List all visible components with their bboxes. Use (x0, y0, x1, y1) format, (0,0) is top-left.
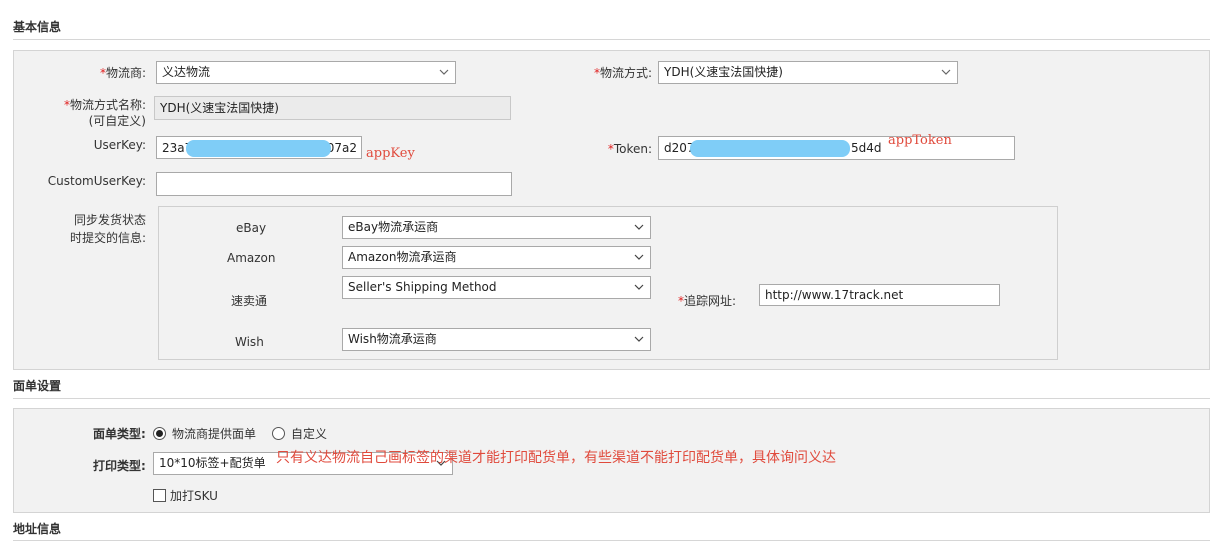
apptoken-annotation: appToken (888, 133, 952, 148)
section-divider (13, 39, 1210, 40)
print-sku-checkbox-row[interactable]: 加打SKU (153, 487, 218, 504)
method-name-input[interactable]: YDH(义速宝法国快捷) (154, 96, 511, 120)
custom-userkey-label: CustomUserKey: (47, 174, 146, 188)
chevron-down-icon (634, 282, 644, 292)
method-label: *物流方式: (593, 66, 652, 80)
section-title-label-settings: 面单设置 (13, 379, 62, 393)
section-title-address: 地址信息 (13, 522, 62, 536)
chevron-down-icon (634, 222, 644, 232)
carrier-label: *物流商: (99, 66, 146, 80)
print-type-annotation: 只有义达物流自己画标签的渠道才能打印配货单，有些渠道不能打印配货单，具体询问义达 (276, 450, 836, 466)
redaction-mark (186, 140, 331, 157)
token-label: *Token: (607, 142, 652, 156)
tracking-url-label: *追踪网址: (678, 294, 737, 308)
sync-platform-ebay: eBay (236, 221, 267, 235)
method-select[interactable]: YDH(义速宝法国快捷) (658, 61, 958, 84)
method-name-label: *物流方式名称: (可自定义) (63, 98, 146, 128)
chevron-down-icon (439, 67, 449, 77)
method-select-value: YDH(义速宝法国快捷) (664, 65, 783, 79)
carrier-select-value: 义达物流 (162, 65, 211, 79)
carrier-select[interactable]: 义达物流 (156, 61, 456, 84)
section-title-basic: 基本信息 (13, 20, 62, 34)
tracking-url-input[interactable]: http://www.17track.net (759, 284, 1000, 306)
sync-select-aliexpress[interactable]: Seller's Shipping Method (342, 276, 651, 299)
userkey-label: UserKey: (93, 138, 146, 152)
sync-platform-wish: Wish (235, 335, 264, 349)
checkbox[interactable] (153, 489, 166, 502)
sync-select-amazon[interactable]: Amazon物流承运商 (342, 246, 651, 269)
custom-userkey-input[interactable] (156, 172, 512, 196)
token-value-end: 5d4d (851, 141, 882, 155)
chevron-down-icon (634, 252, 644, 262)
label-type-option-custom[interactable]: 自定义 (272, 425, 327, 442)
sync-platform-amazon: Amazon (227, 251, 276, 265)
appkey-annotation: appKey (366, 146, 415, 161)
radio-unselected[interactable] (272, 427, 285, 440)
redaction-mark (690, 140, 850, 157)
sync-platform-aliexpress: 速卖通 (231, 294, 268, 308)
print-type-label: 打印类型: (93, 459, 146, 473)
radio-selected[interactable] (153, 427, 166, 440)
chevron-down-icon (941, 67, 951, 77)
label-type-option-carrier[interactable]: 物流商提供面单 (153, 425, 256, 442)
sync-select-wish[interactable]: Wish物流承运商 (342, 328, 651, 351)
chevron-down-icon (634, 334, 644, 344)
userkey-value-end: 07a2 (326, 141, 357, 155)
section-divider (13, 398, 1210, 399)
section-divider (13, 540, 1210, 541)
sync-select-ebay[interactable]: eBay物流承运商 (342, 216, 651, 239)
label-type-label: 面单类型: (93, 427, 146, 441)
sync-label: 同步发货状态 时提交的信息: (69, 213, 146, 245)
